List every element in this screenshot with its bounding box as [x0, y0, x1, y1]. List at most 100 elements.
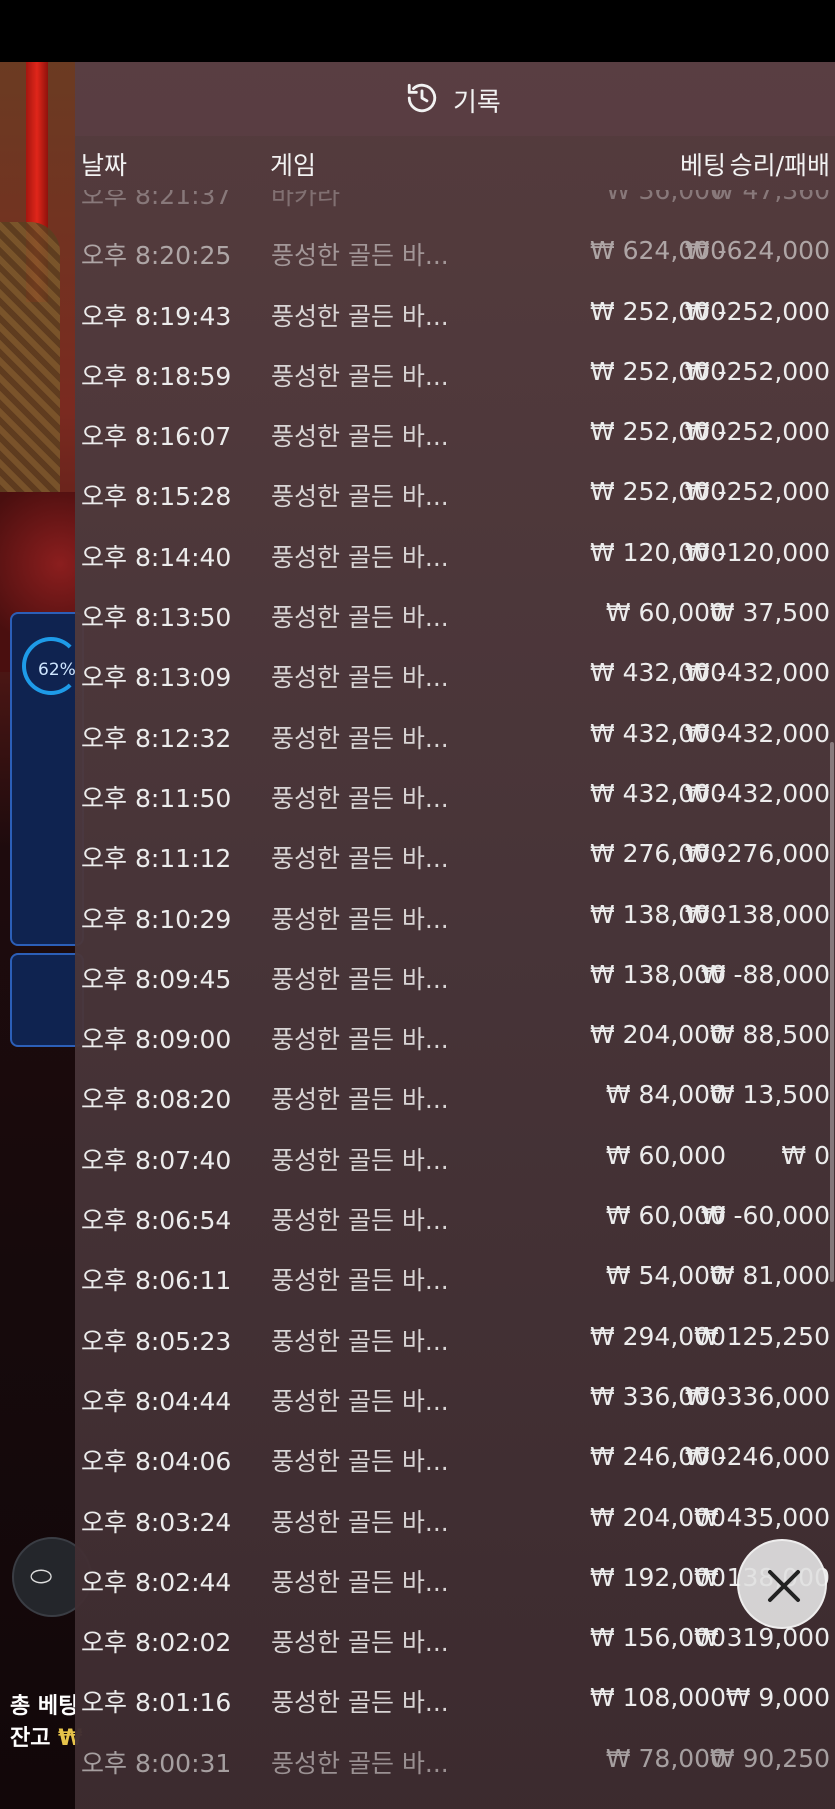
history-row[interactable]: 오후 8:07:40 풍성한 골든 바... ₩ 60,000 ₩ 0 — [75, 1127, 835, 1187]
row-bet: ₩ 60,000 — [605, 598, 726, 628]
column-header-result: 승리/패배 — [729, 151, 830, 180]
history-row[interactable]: 오후 8:16:07 풍성한 골든 바... ₩ 252,000 ₩ -252,000 — [75, 403, 835, 463]
balance-label: 잔고 ₩ — [10, 1720, 82, 1752]
chip-icon: ⬭ — [30, 1562, 53, 1592]
row-date: 오후 8:01:16 — [81, 1688, 232, 1718]
balance-label-text: 잔고 — [10, 1726, 51, 1751]
row-game: 풍성한 골든 바... — [271, 1326, 449, 1356]
history-row[interactable]: 오후 8:11:12 풍성한 골든 바... ₩ 276,000 ₩ -276,000 — [75, 825, 835, 885]
row-result: ₩ -252,000 — [684, 417, 830, 447]
row-date: 오후 8:06:11 — [81, 1266, 232, 1296]
row-game: 풍성한 골든 바... — [271, 1688, 449, 1718]
row-game: 풍성한 골든 바... — [271, 844, 449, 874]
row-result: ₩ -60,000 — [700, 1201, 830, 1231]
row-result: ₩ 319,000 — [693, 1623, 830, 1653]
history-row[interactable]: 오후 8:08:20 풍성한 골든 바... ₩ 84,000 ₩ 13,500 — [75, 1066, 835, 1126]
row-game: 풍성한 골든 바... — [271, 603, 449, 633]
status-bar — [0, 0, 835, 62]
row-date: 오후 8:12:32 — [81, 723, 232, 753]
history-row[interactable]: 오후 8:09:45 풍성한 골든 바... ₩ 138,000 ₩ -88,000 — [75, 946, 835, 1006]
row-game: 풍성한 골든 바... — [271, 1266, 449, 1296]
row-date: 오후 8:03:24 — [81, 1507, 232, 1537]
row-result: ₩ 13,500 — [709, 1080, 830, 1110]
history-row[interactable]: 오후 8:13:50 풍성한 골든 바... ₩ 60,000 ₩ 37,500 — [75, 584, 835, 644]
background-gauge-text: 62% — [38, 660, 76, 680]
history-row[interactable]: 오후 8:15:28 풍성한 골든 바... ₩ 252,000 ₩ -252,000 — [75, 463, 835, 523]
row-bet: ₩ 108,000 — [589, 1683, 726, 1713]
row-date: 오후 8:05:23 — [81, 1326, 232, 1356]
row-game: 풍성한 골든 바... — [271, 1206, 449, 1236]
history-row[interactable]: 오후 8:10:29 풍성한 골든 바... ₩ 138,000 ₩ -138,000 — [75, 886, 835, 946]
row-result: ₩ -276,000 — [684, 839, 830, 869]
row-result: ₩ 0 — [781, 1140, 830, 1170]
row-game: 풍성한 골든 바... — [271, 482, 449, 512]
row-bet: ₩ 36,000 — [605, 190, 726, 205]
row-bet: ₩ 78,000 — [605, 1743, 726, 1773]
row-bet: ₩ 60,000 — [605, 1140, 726, 1170]
history-row[interactable]: 오후 8:19:43 풍성한 골든 바... ₩ 252,000 ₩ -252,000 — [75, 283, 835, 343]
history-row[interactable]: 오후 8:00:31 풍성한 골든 바... ₩ 78,000 ₩ 90,250 — [75, 1730, 835, 1790]
history-row[interactable]: 오후 8:02:02 풍성한 골든 바... ₩ 156,000 ₩ 319,000 — [75, 1609, 835, 1669]
column-header-game: 게임 — [270, 151, 317, 180]
row-game: 풍성한 골든 바... — [271, 904, 449, 934]
history-row[interactable]: 오후 8:05:23 풍성한 골든 바... ₩ 294,000 ₩ 125,250 — [75, 1308, 835, 1368]
history-row[interactable]: 오후 8:18:59 풍성한 골든 바... ₩ 252,000 ₩ -252,000 — [75, 343, 835, 403]
history-row[interactable]: 오후 8:12:32 풍성한 골든 바... ₩ 432,000 ₩ -432,000 — [75, 705, 835, 765]
history-row[interactable]: 오후 8:11:50 풍성한 골든 바... ₩ 432,000 ₩ -432,000 — [75, 765, 835, 825]
row-game: 바카라 — [271, 190, 341, 210]
history-list-inner: 오후 8:21:37 바카라 ₩ 36,000 ₩ 47,360 오후 8:20:25 풍… — [75, 190, 835, 1790]
row-game: 풍성한 골든 바... — [271, 542, 449, 572]
row-game: 풍성한 골든 바... — [271, 1145, 449, 1175]
history-row[interactable]: 오후 8:14:40 풍성한 골든 바... ₩ 120,000 ₩ -120,000 — [75, 524, 835, 584]
history-row[interactable]: 오후 8:01:16 풍성한 골든 바... ₩ 108,000 ₩ 9,000 — [75, 1669, 835, 1729]
row-date: 오후 8:08:20 — [81, 1085, 232, 1115]
panel-title: 기록 — [453, 88, 501, 118]
close-button[interactable] — [737, 1539, 827, 1629]
history-row[interactable]: 오후 8:02:44풍성한 골든 바...₩ 192,000₩ 138,000 — [75, 1549, 835, 1609]
row-game: 풍성한 골든 바... — [271, 1025, 449, 1055]
row-date: 오후 8:07:40 — [81, 1145, 232, 1175]
history-row[interactable]: 오후 8:06:11 풍성한 골든 바... ₩ 54,000 ₩ 81,000 — [75, 1247, 835, 1307]
row-result: ₩ -252,000 — [684, 296, 830, 326]
history-row[interactable]: 오후 8:06:54 풍성한 골든 바... ₩ 60,000 ₩ -60,000 — [75, 1187, 835, 1247]
row-result: ₩ 435,000 — [693, 1502, 830, 1532]
row-result: ₩ -432,000 — [684, 718, 830, 748]
row-date: 오후 8:21:37 — [81, 190, 232, 210]
row-date: 오후 8:15:28 — [81, 482, 232, 512]
row-date: 오후 8:02:44 — [81, 1567, 232, 1597]
row-date: 오후 8:11:12 — [81, 844, 232, 874]
row-date: 오후 8:18:59 — [81, 361, 232, 391]
row-result: ₩ 81,000 — [709, 1261, 830, 1291]
row-date: 오후 8:04:44 — [81, 1386, 232, 1416]
history-row[interactable]: 오후 8:21:37 바카라 ₩ 36,000 ₩ 47,360 — [75, 190, 835, 222]
row-result: ₩ -336,000 — [684, 1381, 830, 1411]
history-panel: 기록 날짜 게임 베팅 승리/패배 오후 8:21:37 바카라 ₩ 36,000 ₩… — [75, 62, 835, 1809]
row-date: 오후 8:06:54 — [81, 1206, 232, 1236]
row-game: 풍성한 골든 바... — [271, 1386, 449, 1416]
scrollbar[interactable] — [830, 742, 834, 1282]
row-date: 오후 8:14:40 — [81, 542, 232, 572]
row-date: 오후 8:16:07 — [81, 422, 232, 452]
row-date: 오후 8:19:43 — [81, 301, 232, 331]
row-date: 오후 8:00:31 — [81, 1748, 232, 1778]
column-header-date: 날짜 — [81, 151, 128, 180]
row-bet: ₩ 54,000 — [605, 1261, 726, 1291]
history-row[interactable]: 오후 8:04:44 풍성한 골든 바... ₩ 336,000 ₩ -336,000 — [75, 1368, 835, 1428]
row-result: ₩ 47,360 — [709, 190, 830, 205]
row-result: ₩ 90,250 — [709, 1743, 830, 1773]
row-result: ₩ 125,250 — [693, 1321, 830, 1351]
history-row[interactable]: 오후 8:09:00 풍성한 골든 바... ₩ 204,000 ₩ 88,500 — [75, 1006, 835, 1066]
history-icon — [407, 83, 437, 113]
history-list[interactable]: 오후 8:21:37 바카라 ₩ 36,000 ₩ 47,360 오후 8:20:25 풍… — [75, 190, 835, 1809]
history-row[interactable]: 오후 8:03:24 풍성한 골든 바... ₩ 204,000 ₩ 435,000 — [75, 1489, 835, 1549]
row-game: 풍성한 골든 바... — [271, 361, 449, 391]
row-date: 오후 8:20:25 — [81, 241, 232, 271]
row-game: 풍성한 골든 바... — [271, 1507, 449, 1537]
row-date: 오후 8:04:06 — [81, 1447, 232, 1477]
history-row[interactable]: 오후 8:20:25 풍성한 골든 바... ₩ 624,000 ₩ -624,000 — [75, 222, 835, 282]
row-date: 오후 8:13:09 — [81, 663, 232, 693]
history-row[interactable]: 오후 8:04:06 풍성한 골든 바... ₩ 246,000 ₩ -246,000 — [75, 1428, 835, 1488]
row-date: 오후 8:09:45 — [81, 964, 232, 994]
row-date: 오후 8:11:50 — [81, 783, 232, 813]
history-row[interactable]: 오후 8:13:09 풍성한 골든 바... ₩ 432,000 ₩ -432,000 — [75, 644, 835, 704]
